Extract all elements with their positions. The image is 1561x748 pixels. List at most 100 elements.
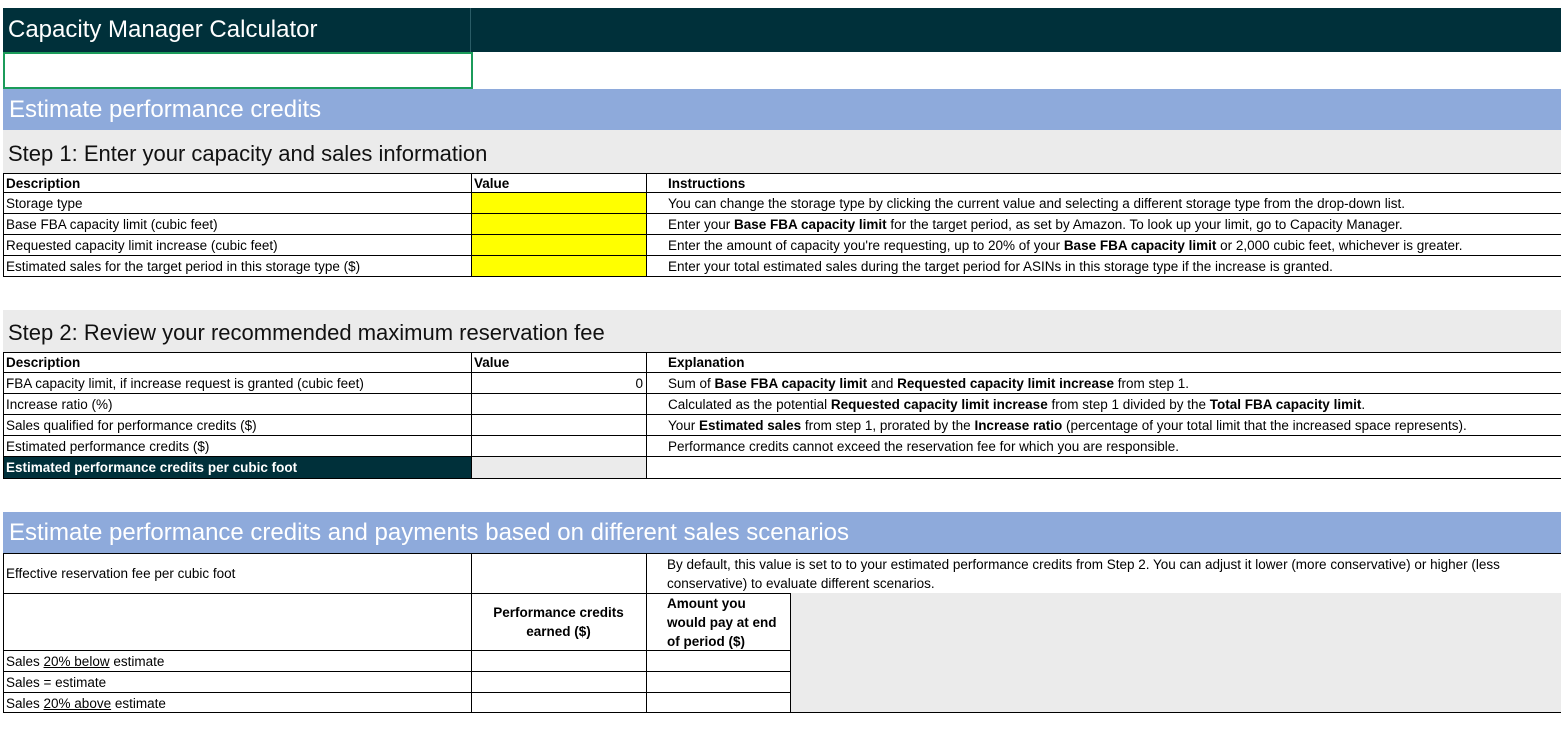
grid-line bbox=[3, 593, 790, 594]
scenario-below-label: Sales 20% below estimate bbox=[3, 651, 471, 672]
text: Sales bbox=[6, 696, 44, 711]
row-requested-increase-label: Requested capacity limit increase (cubic… bbox=[6, 238, 278, 253]
text: . bbox=[1361, 397, 1366, 412]
credits-per-cubic-foot-label: Estimated performance credits per cubic … bbox=[3, 457, 471, 478]
text: Sales bbox=[6, 654, 44, 669]
row-fba-capacity-value[interactable]: 0 bbox=[471, 373, 646, 394]
row-estimated-sales-label: Estimated sales for the target period in… bbox=[6, 259, 361, 274]
grid-line bbox=[3, 372, 1561, 373]
text: or 2,000 cubic feet, whichever is greate… bbox=[1216, 238, 1463, 253]
grid-line bbox=[3, 393, 1561, 394]
grid-line bbox=[3, 173, 4, 277]
selected-cell[interactable] bbox=[3, 52, 473, 89]
requested-increase-input[interactable] bbox=[471, 235, 646, 256]
effective-fee-value[interactable] bbox=[471, 553, 646, 593]
credits-per-cubic-foot-value[interactable] bbox=[471, 457, 646, 478]
header-line: Performance credits bbox=[493, 605, 624, 620]
scenario-above-credits[interactable] bbox=[471, 693, 646, 712]
text: estimate bbox=[109, 654, 165, 669]
text: from step 1. bbox=[1113, 376, 1189, 391]
text: from step 1, prorated by the bbox=[801, 418, 975, 433]
row-estimated-credits-explanation: Performance credits cannot exceed the re… bbox=[668, 439, 1180, 454]
scenario-above-label: Sales 20% above estimate bbox=[3, 693, 471, 714]
grid-line bbox=[471, 173, 472, 277]
underlined-text: 20% above bbox=[43, 696, 112, 711]
grid-line bbox=[3, 213, 1561, 214]
grid-line bbox=[646, 352, 647, 479]
step2-header-description: Description bbox=[6, 355, 81, 370]
bold-text: Requested capacity limit increase bbox=[830, 397, 1048, 412]
grid-line bbox=[790, 593, 791, 713]
scenario-below-credits[interactable] bbox=[471, 651, 646, 671]
row-storage-type-label: Storage type bbox=[6, 196, 83, 211]
text: Enter your bbox=[668, 217, 735, 232]
row-sales-qualified-label: Sales qualified for performance credits … bbox=[6, 418, 257, 433]
grid-line bbox=[3, 650, 790, 651]
effective-fee-note: By default, this value is set to to your… bbox=[667, 557, 1500, 591]
text: Calculated as the potential bbox=[668, 397, 831, 412]
text: Sum of bbox=[668, 376, 715, 391]
text: and bbox=[867, 376, 898, 391]
bold-text: Total FBA capacity limit bbox=[1209, 397, 1362, 412]
step1-header-value: Value bbox=[474, 176, 510, 191]
row-fba-capacity-label: FBA capacity limit, if increase request … bbox=[6, 376, 364, 391]
row-base-capacity-label: Base FBA capacity limit (cubic feet) bbox=[6, 217, 218, 232]
underlined-text: 20% below bbox=[43, 654, 110, 669]
header-line: earned ($) bbox=[526, 624, 591, 639]
header-line: would pay at end bbox=[667, 615, 777, 630]
scenario-above-pay[interactable] bbox=[647, 693, 790, 712]
title-divider bbox=[470, 8, 471, 52]
step1-title: Step 1: Enter your capacity and sales in… bbox=[3, 130, 1561, 173]
grid-line bbox=[3, 692, 790, 693]
grid-line bbox=[3, 553, 4, 713]
step2-title: Step 2: Review your recommended maximum … bbox=[3, 310, 1561, 352]
header-amount-pay: Amount you would pay at end of period ($… bbox=[667, 594, 790, 651]
scenario-equal-pay[interactable] bbox=[647, 672, 790, 692]
grid-line bbox=[3, 414, 1561, 415]
grid-line bbox=[3, 276, 1561, 277]
text: from step 1 divided by the bbox=[1047, 397, 1210, 412]
grid-line bbox=[3, 234, 1561, 235]
text: Enter the amount of capacity you're requ… bbox=[668, 238, 1064, 253]
step2-header-value: Value bbox=[474, 355, 510, 370]
row-sales-qualified-explanation: Your Estimated sales from step 1, prorat… bbox=[665, 415, 1561, 436]
grid-line bbox=[3, 192, 1561, 193]
row-estimated-sales-instructions: Enter your total estimated sales during … bbox=[668, 259, 1333, 274]
section-band-scenarios: Estimate performance credits and payment… bbox=[3, 512, 1561, 553]
step2-header-explanation: Explanation bbox=[668, 355, 745, 370]
bold-text: Requested capacity limit increase bbox=[897, 376, 1114, 391]
row-increase-ratio-explanation: Calculated as the potential Requested ca… bbox=[665, 394, 1561, 415]
row-base-capacity-instructions: Enter your Base FBA capacity limit for t… bbox=[665, 214, 1561, 235]
storage-type-input[interactable] bbox=[471, 193, 646, 214]
section-band-estimate: Estimate performance credits bbox=[3, 89, 1561, 130]
step1-header-instructions: Instructions bbox=[668, 176, 746, 191]
row-estimated-credits-label: Estimated performance credits ($) bbox=[6, 439, 210, 454]
row-requested-increase-instructions: Enter the amount of capacity you're requ… bbox=[665, 235, 1561, 256]
header-line: Amount you bbox=[667, 596, 746, 611]
row-storage-type-instructions: You can change the storage type by click… bbox=[668, 196, 1405, 211]
grid-line bbox=[646, 553, 647, 713]
grid-line bbox=[3, 352, 4, 479]
estimated-sales-input[interactable] bbox=[471, 256, 646, 277]
grid-line bbox=[3, 712, 1561, 713]
grid-line bbox=[3, 456, 1561, 457]
grid-line bbox=[3, 553, 1561, 554]
grey-block bbox=[790, 593, 1561, 712]
scenario-below-pay[interactable] bbox=[647, 651, 790, 671]
scenario-equal-credits[interactable] bbox=[471, 672, 646, 692]
bold-text: Estimated sales bbox=[699, 418, 802, 433]
bold-text: Base FBA capacity limit bbox=[1063, 238, 1217, 253]
grid-line bbox=[471, 553, 472, 713]
bold-text: Base FBA capacity limit bbox=[714, 376, 868, 391]
base-capacity-input[interactable] bbox=[471, 214, 646, 235]
row-fba-capacity-explanation: Sum of Base FBA capacity limit and Reque… bbox=[665, 373, 1561, 394]
text: Your bbox=[668, 418, 700, 433]
grid-line bbox=[3, 671, 790, 672]
grid-line bbox=[3, 173, 1561, 174]
header-line: of period ($) bbox=[667, 634, 745, 649]
grid-line bbox=[3, 435, 1561, 436]
text: estimate bbox=[111, 696, 166, 711]
step1-header-description: Description bbox=[6, 176, 81, 191]
grid-line bbox=[3, 478, 1561, 479]
page-title: Capacity Manager Calculator bbox=[8, 16, 318, 43]
